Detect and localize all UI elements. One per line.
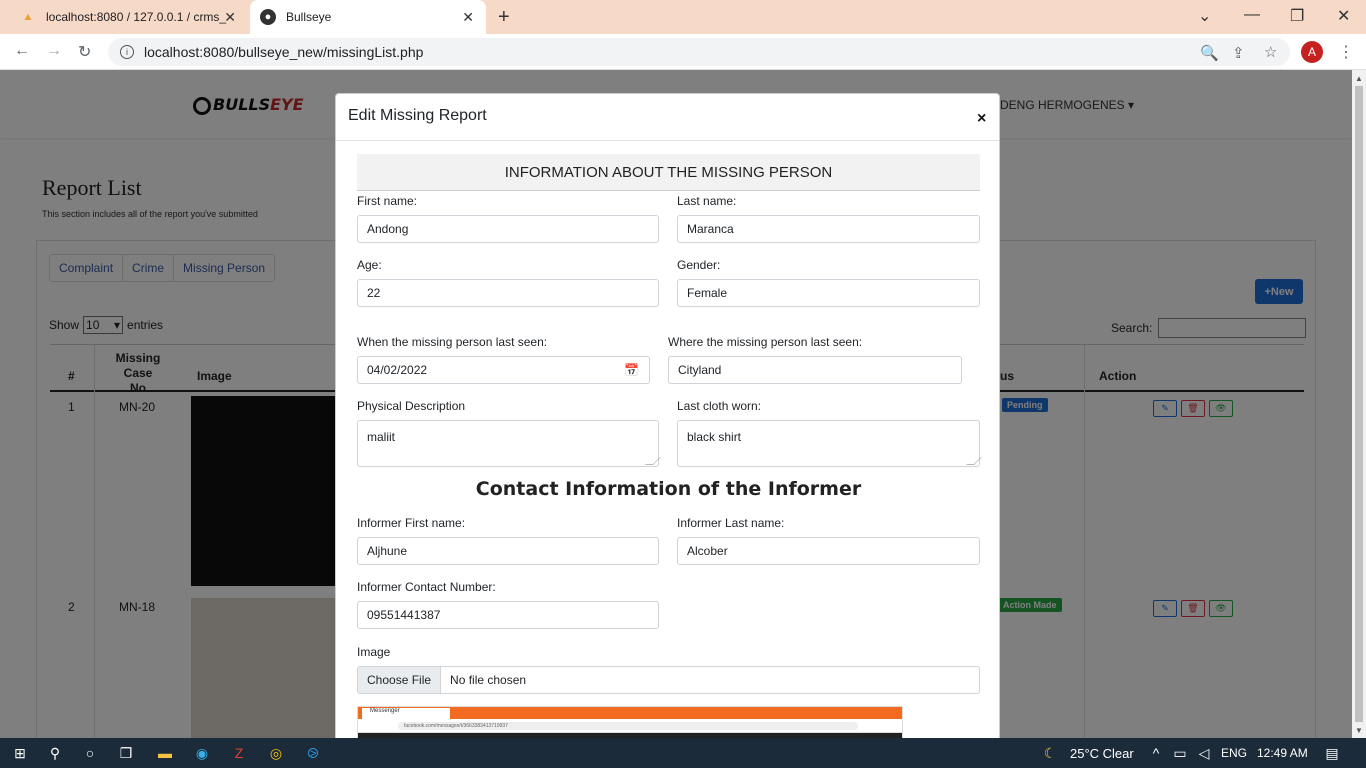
new-tab-icon[interactable]: + bbox=[498, 6, 510, 29]
gender-field[interactable]: Female bbox=[677, 279, 980, 307]
last-seen-date-field[interactable]: 04/02/2022 📅 bbox=[357, 356, 650, 384]
modal-header: Edit Missing Report × bbox=[336, 94, 999, 141]
file-name-text: No file chosen bbox=[450, 673, 527, 687]
filezilla-icon[interactable]: Z bbox=[229, 743, 249, 763]
close-window-icon[interactable]: ✕ bbox=[1337, 6, 1350, 26]
informer-last-name-field[interactable]: Alcober bbox=[677, 537, 980, 565]
last-cloth-label: Last cloth worn: bbox=[677, 399, 762, 413]
weather-moon-icon: ☾ bbox=[1043, 744, 1057, 761]
resize-grip-icon bbox=[645, 457, 661, 465]
informer-first-name-label: Informer First name: bbox=[357, 516, 466, 530]
first-name-label: First name: bbox=[357, 194, 418, 208]
edge-icon[interactable]: ◉ bbox=[192, 743, 212, 763]
informer-section-title: Contact Information of the Informer bbox=[475, 478, 862, 500]
last-cloth-textarea[interactable]: black shirt bbox=[677, 420, 982, 467]
chrome-icon[interactable]: ◎ bbox=[266, 743, 286, 763]
tab-title: localhost:8080 / 127.0.0.1 / crms_ bbox=[46, 10, 227, 24]
restore-icon[interactable]: ❐ bbox=[1290, 6, 1304, 26]
tab-title: Bullseye bbox=[286, 10, 332, 24]
last-seen-where-field[interactable]: Cityland bbox=[668, 356, 962, 384]
browser-tab-phpmyadmin[interactable]: ▲ localhost:8080 / 127.0.0.1 / crms_ ✕ bbox=[8, 0, 248, 34]
scroll-down-icon[interactable]: ▼ bbox=[1355, 726, 1363, 735]
windows-start-icon[interactable]: ⊞ bbox=[10, 743, 30, 763]
file-explorer-icon[interactable]: ▬ bbox=[155, 743, 175, 763]
battery-icon[interactable]: ▭ bbox=[1170, 743, 1190, 763]
image-file-input[interactable]: Choose File No file chosen bbox=[357, 666, 980, 694]
last-seen-where-label: Where the missing person last seen: bbox=[668, 335, 863, 349]
image-label: Image bbox=[357, 645, 391, 659]
scroll-thumb[interactable] bbox=[1355, 86, 1363, 722]
globe-icon: ● bbox=[260, 9, 276, 25]
browser-tab-bar: ▲ localhost:8080 / 127.0.0.1 / crms_ ✕ ●… bbox=[0, 0, 1366, 34]
last-name-field[interactable]: Maranca bbox=[677, 215, 980, 243]
chevron-up-icon[interactable]: ^ bbox=[1146, 743, 1166, 763]
language-indicator[interactable]: ENG bbox=[1221, 746, 1247, 760]
age-field[interactable]: 22 bbox=[357, 279, 659, 307]
physical-description-label: Physical Description bbox=[357, 399, 466, 413]
vscode-icon[interactable]: ⧁ bbox=[303, 743, 323, 763]
clock[interactable]: 12:49 AM bbox=[1257, 746, 1308, 760]
minimize-icon[interactable]: — bbox=[1244, 6, 1260, 24]
close-tab-icon[interactable]: ✕ bbox=[224, 9, 236, 26]
calendar-icon[interactable]: 📅 bbox=[624, 363, 639, 377]
profile-avatar[interactable]: A bbox=[1301, 41, 1323, 63]
weather-text[interactable]: 25°C Clear bbox=[1070, 746, 1134, 761]
modal-title: Edit Missing Report bbox=[348, 107, 487, 124]
bookmark-star-icon[interactable]: ☆ bbox=[1264, 43, 1277, 61]
last-seen-when-label: When the missing person last seen: bbox=[357, 335, 548, 349]
resize-grip-icon bbox=[966, 457, 982, 465]
first-name-field[interactable]: Andong bbox=[357, 215, 659, 243]
notifications-icon[interactable]: ▤ bbox=[1322, 743, 1342, 763]
last-name-label: Last name: bbox=[677, 194, 737, 208]
search-icon[interactable]: ⚲ bbox=[45, 743, 65, 763]
close-tab-icon[interactable]: ✕ bbox=[462, 9, 474, 26]
physical-description-textarea[interactable]: maliit bbox=[357, 420, 661, 467]
close-icon[interactable]: × bbox=[977, 110, 986, 128]
informer-contact-field[interactable]: 09551441387 bbox=[357, 601, 659, 629]
gender-label: Gender: bbox=[677, 258, 721, 272]
share-icon[interactable]: ⇪ bbox=[1232, 44, 1245, 62]
cortana-icon[interactable]: ○ bbox=[80, 743, 100, 763]
informer-last-name-label: Informer Last name: bbox=[677, 516, 785, 530]
browser-menu-icon[interactable]: ⋮ bbox=[1338, 42, 1354, 62]
url-text: localhost:8080/bullseye_new/missingList.… bbox=[144, 44, 424, 60]
page-scrollbar[interactable]: ▲ ▼ bbox=[1352, 70, 1366, 738]
windows-taskbar: ⊞ ⚲ ○ ❒ ▬ ◉ Z ◎ ⧁ ☾ 25°C Clear ^ ▭ ◁ ENG… bbox=[0, 738, 1366, 768]
choose-file-button[interactable]: Choose File bbox=[358, 667, 442, 693]
volume-icon[interactable]: ◁ bbox=[1194, 743, 1214, 763]
informer-contact-label: Informer Contact Number: bbox=[357, 580, 496, 594]
scroll-up-icon[interactable]: ▲ bbox=[1355, 74, 1363, 83]
task-view-icon[interactable]: ❒ bbox=[116, 743, 136, 763]
back-icon[interactable]: ← bbox=[14, 42, 30, 60]
age-label: Age: bbox=[357, 258, 382, 272]
site-info-icon[interactable]: i bbox=[120, 45, 134, 59]
phpmyadmin-icon: ▲ bbox=[22, 11, 34, 23]
zoom-icon[interactable]: 🔍 bbox=[1200, 44, 1219, 62]
browser-tab-bullseye[interactable]: ● Bullseye ✕ bbox=[250, 0, 486, 34]
reload-icon[interactable]: ↻ bbox=[78, 42, 91, 62]
address-bar: ← → ↻ i localhost:8080/bullseye_new/miss… bbox=[0, 34, 1366, 70]
forward-icon[interactable]: → bbox=[46, 42, 62, 60]
preview-tab: Messenger bbox=[362, 708, 450, 719]
preview-url: facebook.com/messages/t/3663383413719937 bbox=[398, 722, 858, 730]
informer-first-name-field[interactable]: Aljhune bbox=[357, 537, 659, 565]
url-input[interactable]: i localhost:8080/bullseye_new/missingLis… bbox=[108, 38, 1290, 66]
missing-person-section-title: INFORMATION ABOUT THE MISSING PERSON bbox=[357, 154, 980, 191]
edit-missing-report-modal: Edit Missing Report × INFORMATION ABOUT … bbox=[335, 93, 1000, 753]
tab-search-icon[interactable]: ⌄ bbox=[1198, 6, 1211, 26]
